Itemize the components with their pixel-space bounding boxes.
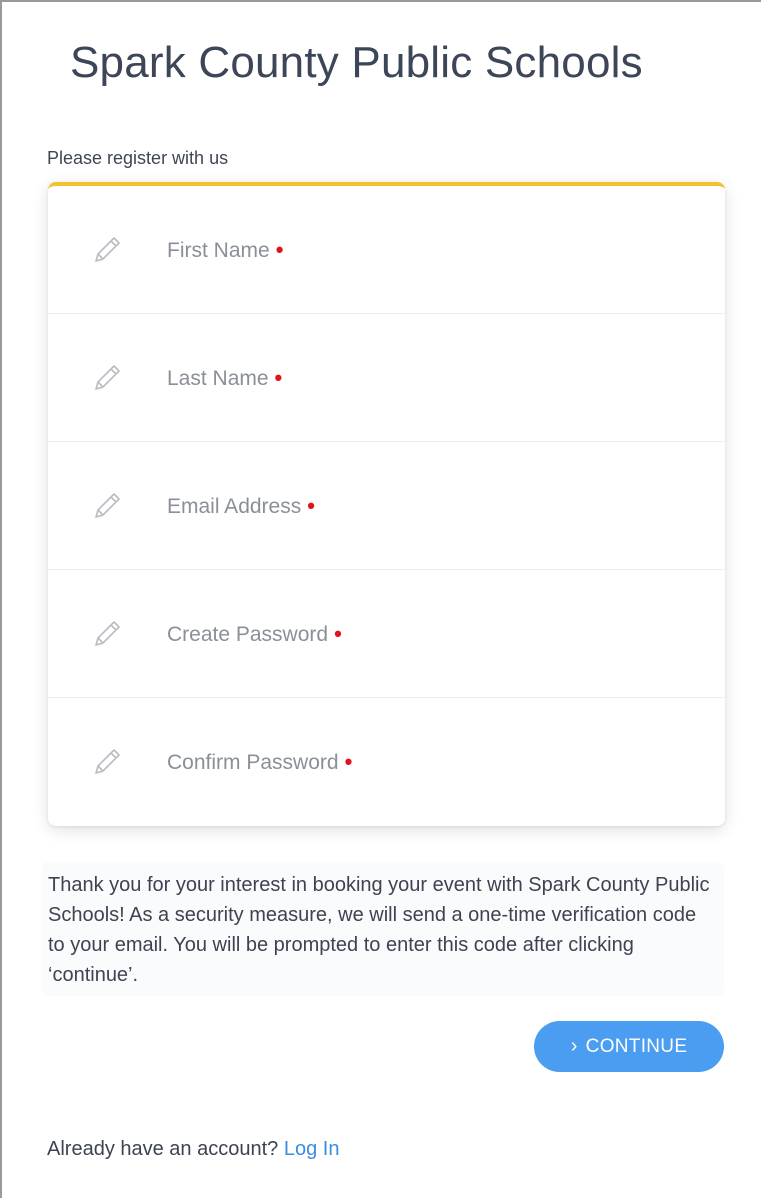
registration-form: First Name • Last Name • Email Address •… — [48, 182, 725, 826]
first-name-label: First Name • — [167, 236, 284, 262]
pencil-icon — [95, 236, 120, 262]
create-password-field[interactable]: Create Password • — [48, 570, 725, 698]
chevron-right-icon: › — [570, 1035, 578, 1057]
continue-button[interactable]: › CONTINUE — [534, 1021, 724, 1072]
last-name-label: Last Name • — [167, 364, 283, 390]
create-password-label: Create Password • — [167, 620, 342, 646]
last-name-field[interactable]: Last Name • — [48, 314, 725, 442]
required-marker: • — [334, 620, 342, 646]
page-frame: Spark County Public Schools Please regis… — [0, 0, 761, 1198]
confirm-password-label: Confirm Password • — [167, 749, 353, 774]
login-prompt-text: Already have an account? — [47, 1138, 279, 1160]
required-marker: • — [274, 364, 283, 390]
log-in-link[interactable]: Log In — [284, 1138, 340, 1160]
register-prompt: Please register with us — [47, 148, 229, 168]
confirm-password-field[interactable]: Confirm Password • — [48, 698, 725, 826]
page-title: Spark County Public Schools — [70, 38, 643, 87]
verification-info-text: Thank you for your interest in booking y… — [42, 862, 724, 996]
required-marker: • — [275, 236, 284, 262]
first-name-field[interactable]: First Name • — [48, 186, 725, 314]
pencil-icon — [95, 492, 120, 518]
login-prompt-row: Already have an account? Log In — [47, 1138, 339, 1161]
required-marker: • — [344, 749, 353, 774]
pencil-icon — [95, 364, 120, 390]
pencil-icon — [95, 749, 120, 774]
email-address-field[interactable]: Email Address • — [48, 442, 725, 570]
required-marker: • — [307, 492, 315, 518]
continue-label: CONTINUE — [585, 1035, 688, 1057]
email-address-label: Email Address • — [167, 492, 315, 518]
pencil-icon — [95, 620, 120, 646]
